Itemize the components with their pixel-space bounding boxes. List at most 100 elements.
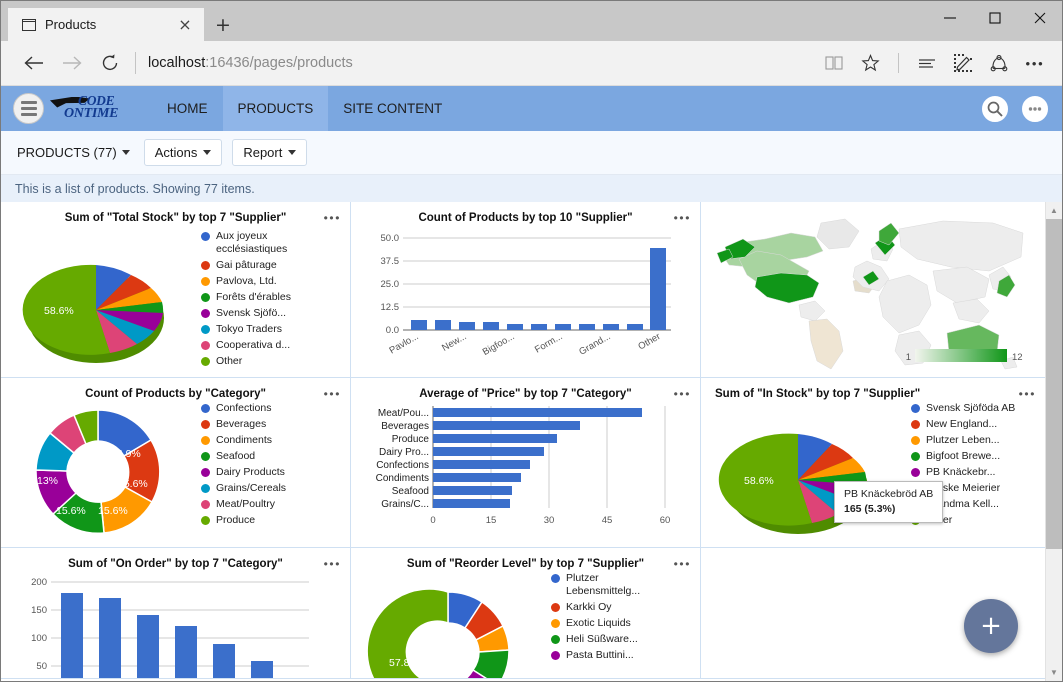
- menu-hamburger-icon[interactable]: [13, 93, 44, 124]
- tooltip-value: 165 (5.3%): [844, 503, 896, 515]
- bar-chart-count-products: 50.0 37.5 25.0 12.5 0.0 Pavlo... New... …: [381, 233, 671, 358]
- action-bar: PRODUCTS (77) Actions Report: [1, 131, 1062, 175]
- favorites-star-icon[interactable]: [853, 46, 887, 80]
- chart-legend: Plutzer Lebensmittelg... Karkki Oy Exoti…: [551, 572, 661, 665]
- legend-item: Beverages: [201, 418, 286, 431]
- y-tick: 100: [31, 633, 47, 644]
- logo-line2: ONTIME: [64, 105, 119, 121]
- report-label: Report: [243, 145, 283, 160]
- browser-tab-products[interactable]: Products ×: [8, 8, 204, 41]
- chart-title: Count of Products by top 10 "Supplier": [418, 212, 633, 224]
- scrollbar-thumb[interactable]: [1046, 219, 1062, 549]
- legend-swatch-icon: [201, 293, 210, 302]
- close-icon[interactable]: ×: [174, 14, 196, 36]
- y-tick: 200: [31, 577, 47, 588]
- pie-chart-total-stock: 58.6%: [22, 264, 164, 363]
- divider: [135, 52, 136, 74]
- x-tick: Other: [636, 331, 662, 352]
- legend-swatch-icon: [911, 420, 920, 429]
- hub-list-icon[interactable]: [910, 46, 944, 80]
- legend-label: Svensk Sjöfö...: [216, 307, 287, 319]
- donut-chart-reorder-level: 57.8%: [366, 588, 510, 678]
- slice-label: 15.6%: [98, 505, 128, 517]
- breadcrumb[interactable]: PRODUCTS (77): [13, 145, 134, 160]
- browser-window: Products × + localhost:16436/pages/produ…: [0, 0, 1063, 682]
- bar-chart-on-order: 200 150 100 50: [31, 577, 309, 678]
- forward-icon[interactable]: [53, 44, 91, 82]
- new-tab-button[interactable]: +: [204, 8, 242, 41]
- legend-item: Forêts d'érables: [201, 291, 321, 304]
- slice-label: 16.9%: [111, 448, 141, 460]
- panel-menu-icon[interactable]: •••: [674, 558, 691, 570]
- chart-panel-in-stock-supplier[interactable]: Sum of "In Stock" by top 7 "Supplier" ••…: [701, 378, 1045, 547]
- actions-button[interactable]: Actions: [143, 139, 223, 166]
- tab-strip: Products × +: [1, 1, 1062, 41]
- tab-title: Products: [45, 17, 97, 32]
- x-tick: Grand...: [577, 331, 612, 358]
- panel-menu-icon[interactable]: •••: [674, 212, 691, 224]
- legend-label: Karkki Oy: [566, 601, 612, 613]
- chart-tooltip: PB Knäckebröd AB 165 (5.3%): [834, 481, 944, 523]
- y-tick: 0.0: [386, 325, 399, 336]
- y-tick: Meat/Pou...: [378, 408, 429, 419]
- panel-menu-icon[interactable]: •••: [674, 388, 691, 400]
- legend-swatch-icon: [201, 325, 210, 334]
- legend-swatch-icon: [201, 341, 210, 350]
- chart-panel-count-products-supplier[interactable]: Count of Products by top 10 "Supplier" •…: [351, 202, 701, 377]
- app-more-icon[interactable]: [1020, 93, 1050, 124]
- chart-panel-reorder-level-supplier[interactable]: Sum of "Reorder Level" by top 7 "Supplie…: [351, 548, 701, 678]
- scroll-down-icon[interactable]: ▼: [1046, 664, 1062, 681]
- panel-menu-icon[interactable]: •••: [324, 388, 341, 400]
- legend-swatch-icon: [201, 420, 210, 429]
- back-icon[interactable]: [15, 44, 53, 82]
- chart-panel-world-map[interactable]: •••: [701, 202, 1045, 377]
- address-bar-input[interactable]: localhost:16436/pages/products: [148, 55, 817, 71]
- chart-grid: Sum of "Total Stock" by top 7 "Supplier"…: [1, 202, 1045, 681]
- y-tick: Confections: [376, 460, 429, 471]
- chart-panel-avg-price-category[interactable]: Average of "Price" by top 7 "Category" •…: [351, 378, 701, 547]
- legend-item: Svensk Sjöfö...: [201, 307, 321, 320]
- add-button[interactable]: +: [964, 599, 1018, 653]
- logo[interactable]: CODE ONTIME: [50, 92, 134, 126]
- nav-item-products[interactable]: PRODUCTS: [222, 86, 329, 131]
- share-icon[interactable]: [982, 46, 1016, 80]
- reading-view-icon[interactable]: [817, 46, 851, 80]
- url-path: :16436/pages/products: [205, 55, 353, 71]
- y-tick: 50: [36, 661, 47, 672]
- chart-panel-total-stock-supplier[interactable]: Sum of "Total Stock" by top 7 "Supplier"…: [1, 202, 351, 377]
- report-button[interactable]: Report: [232, 139, 308, 166]
- minimize-icon[interactable]: [927, 1, 972, 34]
- chart-panel-count-products-category[interactable]: Count of Products by "Category" ••• 16.9…: [1, 378, 351, 547]
- vertical-scrollbar[interactable]: ▲ ▼: [1045, 202, 1062, 681]
- y-tick: Grains/C...: [381, 499, 429, 510]
- nav-item-site-content[interactable]: SITE CONTENT: [328, 86, 457, 131]
- x-tick: New...: [440, 331, 468, 354]
- close-window-icon[interactable]: [1017, 1, 1062, 34]
- legend-label: Produce: [216, 514, 256, 526]
- legend-swatch-icon: [551, 574, 560, 583]
- chart-panel-on-order-category[interactable]: Sum of "On Order" by top 7 "Category" ••…: [1, 548, 351, 678]
- web-note-pen-icon[interactable]: [946, 46, 980, 80]
- donut-chart-category: 16.9% 15.6% 15.6% 15.6% 13%: [35, 409, 161, 535]
- panel-menu-icon[interactable]: •••: [1019, 388, 1036, 400]
- scroll-up-icon[interactable]: ▲: [1046, 202, 1062, 219]
- chart-row: Sum of "On Order" by top 7 "Category" ••…: [1, 548, 1045, 679]
- maximize-icon[interactable]: [972, 1, 1017, 34]
- chart-title: Sum of "On Order" by top 7 "Category": [68, 558, 283, 570]
- y-tick: Produce: [392, 434, 430, 445]
- search-icon[interactable]: [980, 93, 1010, 124]
- y-tick: Seafood: [392, 486, 429, 497]
- legend-swatch-icon: [911, 468, 920, 477]
- panel-menu-icon[interactable]: •••: [324, 558, 341, 570]
- divider: [898, 53, 899, 73]
- bar-series: [411, 248, 666, 330]
- reload-icon[interactable]: [91, 44, 129, 82]
- legend-item: Tokyo Traders: [201, 323, 321, 336]
- page-icon: [21, 18, 37, 31]
- panel-menu-icon[interactable]: •••: [324, 212, 341, 224]
- more-options-icon[interactable]: •••: [1018, 46, 1052, 80]
- nav-item-home[interactable]: HOME: [152, 86, 223, 131]
- legend-label: Plutzer Leben...: [926, 434, 1000, 446]
- dashboard: Sum of "Total Stock" by top 7 "Supplier"…: [1, 202, 1062, 681]
- legend-item: Gai pâturage: [201, 259, 321, 272]
